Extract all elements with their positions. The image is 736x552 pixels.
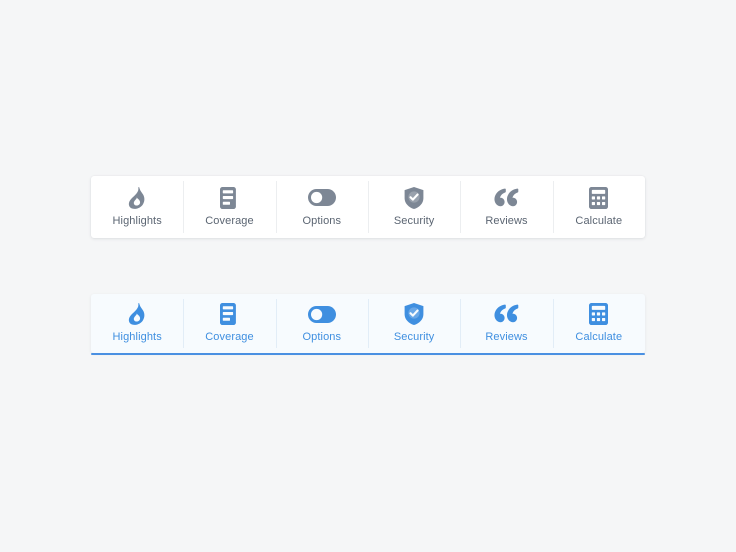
tabbar-default: Highlights Coverage Options Security Rev… — [91, 176, 645, 238]
tab-security-active[interactable]: Security — [367, 294, 460, 353]
tab-highlights-active[interactable]: Highlights — [91, 294, 183, 353]
canvas: Highlights Coverage Options Security Rev… — [0, 0, 736, 552]
quote-icon — [494, 187, 519, 209]
tabbar-active: Highlights Coverage Options Security Rev… — [91, 294, 645, 355]
tab-label: Options — [302, 331, 342, 343]
quote-icon — [494, 303, 519, 325]
tab-label: Security — [393, 214, 435, 227]
tab-coverage[interactable]: Coverage — [183, 176, 275, 238]
tab-label: Options — [302, 214, 342, 227]
document-list-icon — [219, 186, 239, 209]
toggle-switch-icon — [307, 187, 336, 209]
tab-label: Reviews — [485, 214, 528, 227]
tab-reviews-active[interactable]: Reviews — [460, 294, 552, 353]
calculator-icon — [589, 303, 609, 325]
tab-coverage-active[interactable]: Coverage — [183, 294, 275, 353]
tab-label: Coverage — [205, 331, 254, 343]
toggle-switch-icon — [307, 303, 336, 325]
shield-check-icon — [404, 186, 424, 209]
tab-security[interactable]: Security — [367, 176, 460, 238]
calculator-icon — [589, 186, 609, 209]
tab-calculate[interactable]: Calculate — [552, 176, 645, 238]
tab-highlights[interactable]: Highlights — [91, 176, 183, 238]
tab-label: Highlights — [112, 214, 162, 227]
tab-label: Security — [393, 331, 435, 343]
flame-icon — [128, 186, 147, 209]
tab-label: Highlights — [112, 331, 162, 343]
tab-calculate-active[interactable]: Calculate — [552, 294, 645, 353]
tab-options-active[interactable]: Options — [275, 294, 368, 353]
tab-label: Calculate — [575, 331, 623, 343]
tab-reviews[interactable]: Reviews — [460, 176, 552, 238]
shield-check-icon — [404, 303, 424, 325]
flame-icon — [128, 303, 147, 325]
tab-label: Calculate — [575, 214, 623, 227]
tab-label: Reviews — [485, 331, 528, 343]
tab-options[interactable]: Options — [275, 176, 368, 238]
document-list-icon — [219, 303, 239, 325]
tab-label: Coverage — [205, 214, 254, 227]
